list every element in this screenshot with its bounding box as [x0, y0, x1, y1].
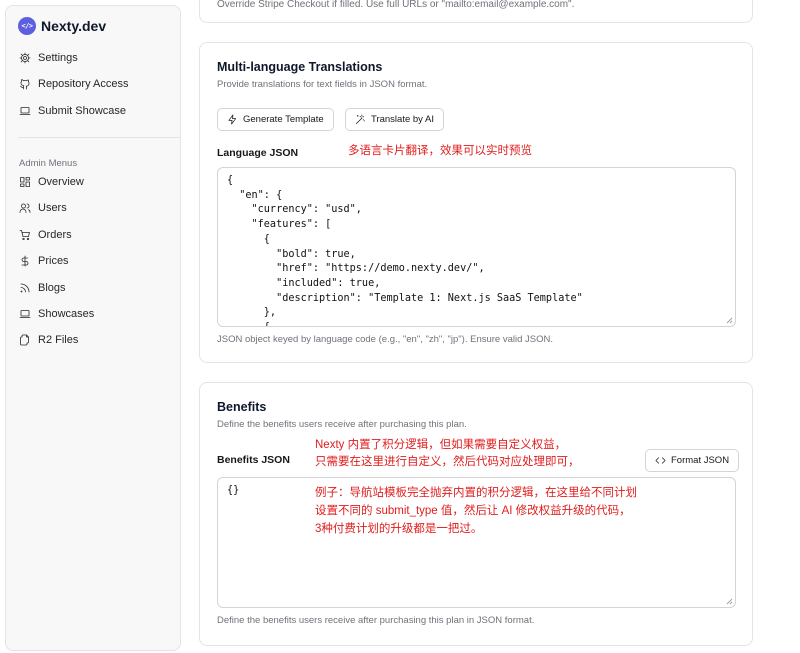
github-icon	[18, 77, 32, 91]
translate-by-ai-label: Translate by AI	[371, 114, 435, 125]
sidebar-item-label: Repository Access	[38, 78, 129, 90]
language-json-label: Language JSON	[217, 147, 299, 159]
format-json-label: Format JSON	[671, 455, 730, 466]
resize-handle-icon[interactable]	[725, 597, 733, 605]
cart-icon	[18, 228, 32, 242]
sidebar-item-label: R2 Files	[38, 334, 79, 346]
sidebar-item-label: Orders	[38, 229, 72, 241]
sidebar-group-label: Admin Menus	[19, 158, 78, 169]
sidebar-item-users[interactable]: Users	[18, 197, 67, 219]
generate-template-button[interactable]: Generate Template	[217, 108, 334, 131]
laptop-icon	[18, 104, 32, 118]
benefits-description: Define the benefits users receive after …	[217, 419, 467, 430]
sidebar-divider	[18, 137, 181, 138]
sidebar-item-overview[interactable]: Overview	[18, 171, 84, 193]
translations-card: Multi-language Translations Provide tran…	[199, 42, 753, 363]
benefits-annotation-line2: 只需要在这里进行自定义，然后代码对应处理即可，	[315, 456, 580, 468]
benefits-json-help: Define the benefits users receive after …	[217, 615, 535, 626]
sidebar-item-label: Submit Showcase	[38, 105, 127, 117]
format-json-button[interactable]: Format JSON	[645, 449, 740, 472]
stripe-override-help: Override Stripe Checkout if filled. Use …	[217, 0, 575, 10]
language-json-textarea[interactable]: { "en": { "currency": "usd", "features":…	[217, 167, 736, 327]
benefits-example-line3: 3种付费计划的升级都是一把过。	[315, 523, 483, 535]
benefits-annotation-line1: Nexty 内置了积分逻辑，但如果需要自定义权益，	[315, 439, 567, 451]
magic-wand-icon	[356, 114, 365, 124]
brand[interactable]: </> Nexty.dev	[18, 17, 106, 35]
grid-icon	[18, 175, 32, 189]
dollar-icon	[18, 254, 32, 268]
sidebar-item-label: Overview	[38, 176, 84, 188]
sidebar-item-showcases[interactable]: Showcases	[18, 303, 94, 325]
translate-by-ai-button[interactable]: Translate by AI	[345, 108, 445, 131]
brand-name: Nexty.dev	[41, 18, 107, 34]
sidebar-item-label: Users	[38, 202, 67, 214]
sidebar-item-r2-files[interactable]: R2 Files	[18, 329, 78, 351]
sidebar: </> Nexty.dev Settings Repository Access…	[5, 5, 181, 651]
sidebar-item-label: Settings	[38, 52, 78, 64]
sidebar-item-label: Showcases	[38, 308, 95, 320]
benefits-json-label: Benefits JSON	[217, 454, 290, 466]
rss-icon	[18, 281, 32, 295]
benefits-example-line1: 例子：导航站模板完全抛弃内置的积分逻辑，在这里给不同计划	[315, 487, 637, 499]
translations-description: Provide translations for text fields in …	[217, 79, 428, 90]
brand-logo-icon: </>	[18, 17, 36, 35]
sidebar-item-settings[interactable]: Settings	[18, 47, 78, 69]
stripe-override-card: Override Stripe Checkout if filled. Use …	[199, 0, 753, 23]
benefits-card: Benefits Define the benefits users recei…	[199, 382, 753, 646]
generate-template-label: Generate Template	[243, 114, 324, 125]
sidebar-item-orders[interactable]: Orders	[18, 224, 72, 246]
sidebar-item-submit-showcase[interactable]: Submit Showcase	[18, 100, 126, 122]
language-json-help: JSON object keyed by language code (e.g.…	[217, 334, 554, 345]
gear-icon	[18, 51, 32, 65]
language-json-content: { "en": { "currency": "usd", "features":…	[227, 175, 583, 326]
benefits-title: Benefits	[217, 400, 267, 414]
sidebar-item-label: Blogs	[38, 282, 66, 294]
sidebar-item-repository-access[interactable]: Repository Access	[18, 73, 128, 95]
sidebar-item-label: Prices	[38, 255, 69, 267]
sidebar-item-blogs[interactable]: Blogs	[18, 277, 66, 299]
benefits-example-line2: 设置不同的 submit_type 值，然后让 AI 修改权益升级的代码，	[315, 505, 631, 517]
translations-annotation: 多语言卡片翻译，效果可以实时预览	[348, 145, 532, 157]
laptop-icon	[18, 307, 32, 321]
users-icon	[18, 201, 32, 215]
sidebar-item-prices[interactable]: Prices	[18, 250, 69, 272]
code-icon	[655, 457, 666, 464]
translations-title: Multi-language Translations	[217, 60, 383, 74]
files-icon	[18, 333, 32, 347]
zap-icon	[228, 114, 237, 125]
resize-handle-icon[interactable]	[725, 316, 733, 324]
